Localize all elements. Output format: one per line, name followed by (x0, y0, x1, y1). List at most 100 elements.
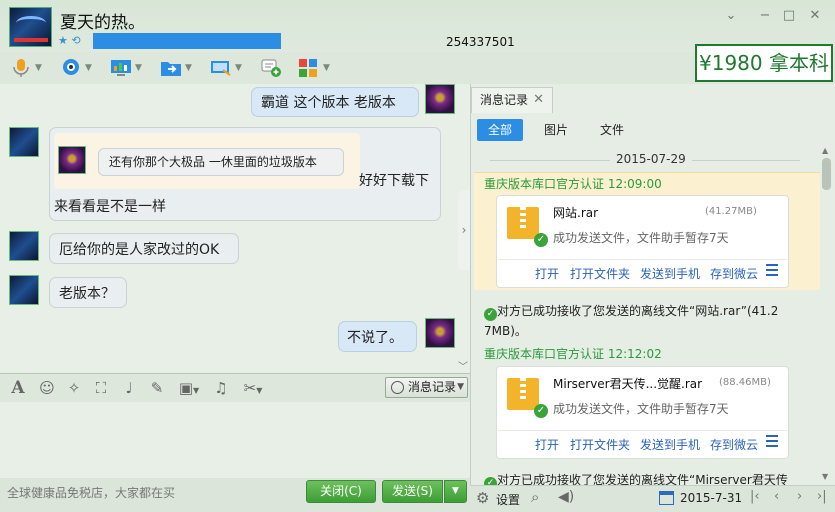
save-to-weiyun-link[interactable]: 存到微云 (710, 436, 758, 453)
message-text: 来看看是不是一样 (54, 199, 166, 215)
message-bubble-other[interactable]: 厄给你的是人家改过的OK (49, 233, 239, 264)
gear-icon[interactable]: ⚙ (476, 489, 489, 507)
system-message: ✓ 对方已成功接收了您发送的离线文件“网站.rar”(41.2 7MB)。 (484, 304, 779, 338)
more-menu-icon[interactable] (766, 435, 778, 447)
chevron-down-icon: ▼ (457, 382, 464, 392)
close-tab-icon[interactable]: ✕ (533, 88, 544, 112)
video-call-button[interactable]: ▼ (60, 57, 92, 79)
contact-avatar-small[interactable] (9, 127, 39, 157)
message-history-button[interactable]: 消息记录 ▼ (385, 377, 468, 398)
signature-field[interactable] (93, 33, 281, 49)
contact-nickname[interactable]: 夏天的热。 (60, 8, 145, 33)
file-name: Mirserver君天传...觉醒.rar (553, 377, 703, 391)
file-status: 成功发送文件，文件助手暂存7天 (553, 402, 729, 416)
apps-button[interactable]: ▼ (298, 57, 330, 79)
open-folder-link[interactable]: 打开文件夹 (570, 436, 630, 453)
filter-files[interactable]: 文件 (600, 119, 624, 141)
status-icons[interactable]: ★ ⟲ (58, 34, 81, 47)
message-input[interactable] (0, 402, 470, 478)
share-screen-button[interactable]: ▼ (210, 57, 242, 79)
image-icon[interactable]: ▣▼ (174, 380, 204, 396)
check-icon: ✓ (534, 233, 548, 247)
folder-icon (161, 62, 181, 76)
chat-toolbar: ▼ ▼ ▼ ▼ ▼ ▼ (0, 52, 695, 84)
file-size: (41.27MB) (705, 206, 757, 217)
filter-all[interactable]: 全部 (477, 119, 523, 141)
scroll-down-icon[interactable]: ▼ (822, 472, 828, 481)
history-scrollbar[interactable] (820, 146, 832, 481)
divider (498, 430, 787, 431)
voice-call-button[interactable]: ▼ (10, 57, 42, 79)
minimize-button[interactable]: − (758, 9, 772, 23)
send-options-chevron-icon[interactable]: ▼ (444, 480, 467, 503)
brand-badge[interactable]: ¥1980 拿本科 (695, 44, 833, 82)
file-status: 成功发送文件，文件助手暂存7天 (553, 231, 729, 245)
file-card[interactable]: ✓ 网站.rar (41.27MB) 成功发送文件，文件助手暂存7天 打开 打开… (496, 195, 789, 288)
speaker-icon[interactable]: ◀) (558, 489, 574, 505)
scroll-thumb[interactable] (822, 158, 831, 190)
open-link[interactable]: 打开 (535, 436, 559, 453)
last-page-icon[interactable]: ›| (817, 489, 827, 504)
message-text: 好好下载下 (359, 173, 429, 189)
scroll-up-icon[interactable]: ▲ (822, 146, 828, 155)
message-bubble-me[interactable]: 不说了。 (338, 321, 417, 352)
contact-avatar[interactable] (9, 7, 52, 47)
mic-icon[interactable]: ♩ (120, 380, 138, 396)
menu-chevron-icon[interactable]: ⌄ (724, 9, 738, 23)
qq-number: 254337501 (446, 35, 515, 49)
system-message: ✓ 对方已成功接收了您发送的离线文件“Mirserver君天传 (484, 470, 819, 486)
magic-icon[interactable]: ✧ (65, 380, 83, 396)
message-bubble-me[interactable]: 霸道 这个版本 老版本 (251, 87, 419, 117)
clock-icon (391, 381, 404, 394)
open-link[interactable]: 打开 (535, 265, 559, 282)
close-button[interactable]: 关闭(C) (306, 480, 376, 503)
ad-link[interactable]: 全球健康品免税店，大家都在买 (7, 484, 175, 501)
send-to-phone-link[interactable]: 发送到手机 (640, 265, 700, 282)
scroll-down-icon[interactable]: ﹀ (458, 358, 468, 373)
file-name: 网站.rar (553, 206, 599, 220)
my-avatar[interactable] (425, 84, 455, 114)
monitor-icon (111, 60, 131, 76)
tab-message-history[interactable]: 消息记录 ✕ (471, 87, 553, 113)
edit-icon[interactable]: ✎ (148, 380, 166, 396)
remote-desktop-button[interactable]: ▼ (110, 57, 142, 79)
check-icon: ✓ (534, 404, 548, 418)
quoted-message: 还有你那个大极品 一休里面的垃圾版本 (54, 133, 360, 189)
more-menu-icon[interactable] (766, 264, 778, 276)
send-file-button[interactable]: ▼ (160, 57, 192, 79)
next-page-icon[interactable]: › (797, 489, 802, 504)
send-to-phone-link[interactable]: 发送到手机 (640, 436, 700, 453)
message-bubble-other[interactable]: 还有你那个大极品 一休里面的垃圾版本 好好下载下 来看看是不是一样 (49, 127, 441, 221)
file-size: (88.46MB) (719, 377, 771, 388)
create-group-button[interactable] (260, 57, 282, 79)
calendar-icon[interactable] (659, 491, 674, 505)
footer-date: 2015-7-31 (680, 491, 743, 505)
prev-page-icon[interactable]: ‹ (774, 489, 779, 504)
filter-images[interactable]: 图片 (544, 119, 568, 141)
settings-link[interactable]: 设置 (496, 491, 520, 508)
first-page-icon[interactable]: |‹ (750, 489, 760, 504)
history-footer (470, 485, 835, 512)
date-label: 2015-07-29 (610, 152, 692, 166)
send-button[interactable]: 发送(S) (382, 480, 443, 503)
quoted-text: 还有你那个大极品 一休里面的垃圾版本 (98, 148, 344, 176)
contact-avatar-small[interactable] (9, 275, 39, 305)
search-icon[interactable]: ⌕ (531, 488, 539, 506)
emoji-icon[interactable]: ☺ (38, 380, 56, 396)
collapse-panel-arrow[interactable]: › (458, 190, 470, 270)
contact-avatar-small[interactable] (9, 231, 39, 261)
file-card[interactable]: ✓ Mirserver君天传...觉醒.rar (88.46MB) 成功发送文件… (496, 366, 789, 459)
message-bubble-other[interactable]: 老版本？ (49, 277, 127, 308)
close-window-button[interactable]: ✕ (808, 9, 822, 23)
open-folder-link[interactable]: 打开文件夹 (570, 265, 630, 282)
save-to-weiyun-link[interactable]: 存到微云 (710, 265, 758, 282)
music-icon[interactable]: ♫ (212, 380, 230, 396)
apps-grid-icon (299, 59, 317, 77)
screenshot-icon[interactable]: ⛶ (92, 380, 110, 396)
font-icon[interactable]: A (9, 380, 27, 397)
zip-file-icon (507, 207, 539, 239)
scissors-icon[interactable]: ✂▼ (238, 380, 268, 396)
maximize-button[interactable]: □ (782, 9, 796, 23)
chat-add-icon (261, 59, 281, 77)
my-avatar[interactable] (425, 318, 455, 348)
